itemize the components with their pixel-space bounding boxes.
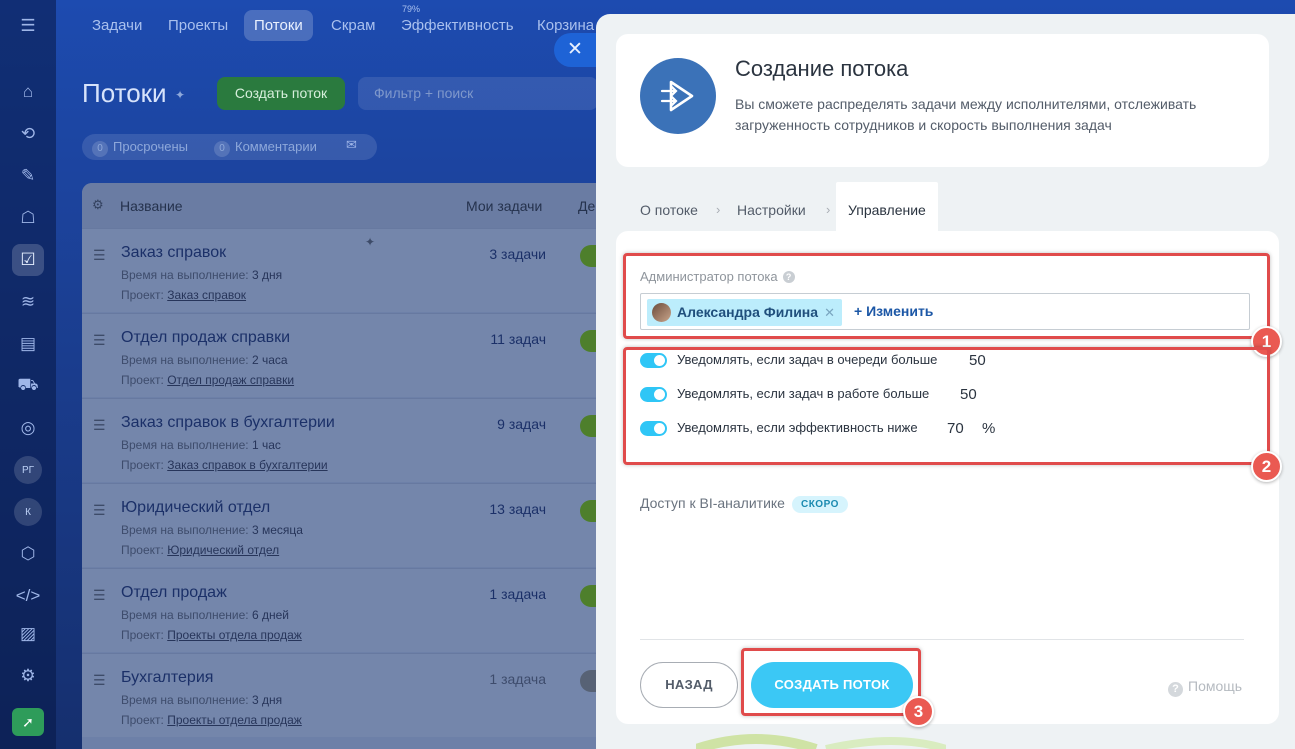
chat-check-icon[interactable]: ✉ (346, 137, 357, 153)
step-about[interactable]: О потоке (640, 202, 698, 218)
row-project: Проект: Проекты отдела продаж (121, 713, 302, 727)
counter-comments[interactable]: 0 Комментарии (214, 139, 317, 157)
row-title[interactable]: Заказ справок в бухгалтерии (121, 414, 335, 432)
slider-description: Вы сможете распределять задачи между исп… (735, 96, 1197, 133)
top-navigation: Задачи Проекты Потоки Скрам 79% Эффектив… (56, 0, 616, 52)
document-icon[interactable]: ▤ (12, 328, 44, 360)
counters-bar: 0 Просрочены 0 Комментарии (82, 134, 377, 160)
help-link[interactable]: ? Помощь (1168, 678, 1242, 697)
home-icon[interactable]: ⌂ (12, 76, 44, 108)
page-title: Потоки (82, 78, 167, 108)
row-project: Проект: Проекты отдела продаж (121, 628, 302, 642)
slider-header: Создание потока Вы сможете распределять … (616, 34, 1269, 167)
highlight-box-create (741, 648, 921, 716)
table-row[interactable]: ☰ Заказ справок ✦ Время на выполнение: 3… (82, 228, 602, 312)
row-time: Время на выполнение: 3 дня (121, 693, 283, 707)
drag-handle-icon[interactable]: ☰ (93, 247, 106, 264)
menu-icon[interactable]: ☰ (12, 10, 44, 42)
tab-projects[interactable]: Проекты (158, 10, 238, 41)
highlight-box-admin (623, 253, 1270, 339)
row-project: Проект: Заказ справок в бухгалтерии (121, 458, 328, 472)
table-row[interactable]: ☰ Отдел продаж Время на выполнение: 6 дн… (82, 568, 602, 652)
tab-tasks[interactable]: Задачи (82, 10, 152, 41)
left-rail: ☰ ⌂ ⟲ ✎ ☖ ☑ ≋ ▤ ⛟ ◎ РГ К ⬡ </> ▨ ⚙ ➚ (0, 0, 56, 749)
grid-settings-icon[interactable]: ⚙ (92, 197, 104, 213)
help-icon: ? (1168, 682, 1183, 697)
bi-analytics-access: Доступ к BI-аналитике СКОРО (640, 495, 848, 513)
table-row[interactable]: ☰ Бухгалтерия Время на выполнение: 3 дня… (82, 653, 602, 737)
funnel-icon[interactable]: ≋ (12, 286, 44, 318)
row-title[interactable]: Бухгалтерия (121, 669, 213, 687)
row-time: Время на выполнение: 6 дней (121, 608, 289, 622)
pin-icon[interactable]: ✦ (365, 235, 375, 249)
cube-icon[interactable]: ⬡ (12, 538, 44, 570)
row-title[interactable]: Заказ справок (121, 244, 226, 262)
pencil-icon[interactable]: ✎ (12, 160, 44, 192)
gear-icon[interactable]: ⚙ (12, 660, 44, 692)
bottom-decor (696, 734, 946, 749)
flow-logo-icon (640, 58, 716, 134)
share-icon[interactable]: ⟲ (12, 118, 44, 150)
highlight-box-notifications (623, 347, 1270, 465)
column-de[interactable]: Де (578, 198, 595, 214)
step-settings[interactable]: Настройки (737, 202, 806, 218)
table-row[interactable]: ☰ Отдел продаж справки Время на выполнен… (82, 313, 602, 397)
row-count[interactable]: 3 задачи (489, 246, 546, 262)
row-count[interactable]: 13 задач (489, 501, 546, 517)
column-name[interactable]: Название (120, 198, 183, 214)
tab-scrum[interactable]: Скрам (321, 10, 385, 41)
tab-flows[interactable]: Потоки (244, 10, 313, 41)
row-count[interactable]: 11 задач (490, 331, 546, 347)
column-my-tasks[interactable]: Мои задачи (466, 198, 542, 214)
table-row[interactable]: ☰ Юридический отдел Время на выполнение:… (82, 483, 602, 567)
cart-icon[interactable]: ⛟ (12, 370, 44, 402)
row-title[interactable]: Юридический отдел (121, 499, 270, 517)
grid-header: ⚙ Название Мои задачи Де (82, 183, 602, 228)
row-time: Время на выполнение: 3 месяца (121, 523, 303, 537)
counter-overdue[interactable]: 0 Просрочены (92, 139, 188, 157)
filter-search-input[interactable]: Фильтр + поиск (358, 77, 598, 110)
group-badge-rg[interactable]: РГ (14, 456, 42, 484)
robot-icon[interactable]: ☖ (12, 202, 44, 234)
close-slider-button[interactable]: ✕ (554, 33, 598, 67)
row-count[interactable]: 1 задача (489, 671, 546, 687)
annotation-badge-3: 3 (903, 696, 934, 727)
row-project: Проект: Отдел продаж справки (121, 373, 295, 387)
table-row[interactable]: ☰ Заказ справок в бухгалтерии Время на в… (82, 398, 602, 482)
row-project: Проект: Юридический отдел (121, 543, 280, 557)
create-flow-button-bg[interactable]: Создать поток (217, 77, 345, 110)
chevron-right-icon: › (716, 202, 721, 217)
rocket-icon[interactable]: ➚ (12, 708, 44, 736)
drag-handle-icon[interactable]: ☰ (93, 672, 106, 689)
row-project: Проект: Заказ справок (121, 288, 247, 302)
chevron-right-icon: › (826, 202, 831, 217)
annotation-badge-2: 2 (1251, 451, 1282, 482)
drag-handle-icon[interactable]: ☰ (93, 417, 106, 434)
drag-handle-icon[interactable]: ☰ (93, 587, 106, 604)
footer-divider (640, 639, 1244, 640)
soon-badge: СКОРО (791, 496, 848, 513)
flows-grid: ⚙ Название Мои задачи Де ☰ Заказ справок… (82, 183, 602, 749)
row-title[interactable]: Отдел продаж справки (121, 329, 290, 347)
row-count[interactable]: 9 задач (497, 416, 546, 432)
tasks-icon[interactable]: ☑ (12, 244, 44, 276)
tab-efficiency[interactable]: Эффективность (391, 10, 524, 41)
drag-handle-icon[interactable]: ☰ (93, 502, 106, 519)
row-time: Время на выполнение: 1 час (121, 438, 281, 452)
stripes-icon[interactable]: ▨ (12, 618, 44, 650)
group-badge-k[interactable]: К (14, 498, 42, 526)
slider-title: Создание потока (735, 56, 909, 81)
row-time: Время на выполнение: 2 часа (121, 353, 288, 367)
drag-handle-icon[interactable]: ☰ (93, 332, 106, 349)
pin-icon[interactable]: ✦ (175, 88, 185, 102)
back-button[interactable]: НАЗАД (640, 662, 738, 708)
row-time: Время на выполнение: 3 дня (121, 268, 283, 282)
row-title[interactable]: Отдел продаж (121, 584, 227, 602)
code-icon[interactable]: </> (12, 580, 44, 612)
target-icon[interactable]: ◎ (12, 412, 44, 444)
row-count[interactable]: 1 задача (489, 586, 546, 602)
